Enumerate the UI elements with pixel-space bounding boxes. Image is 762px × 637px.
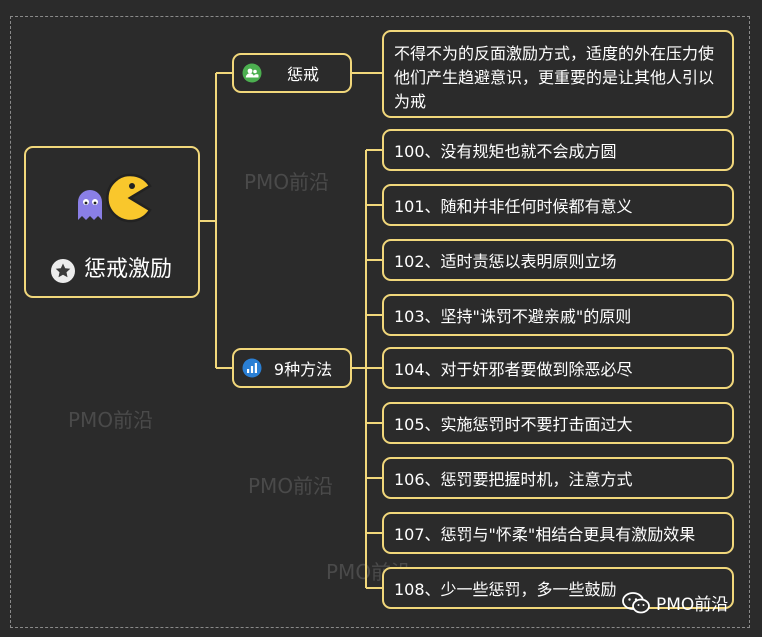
method-item[interactable]: 107、惩罚与"怀柔"相结合更具有激励效果 bbox=[382, 512, 734, 554]
root-node[interactable]: 惩戒激励 bbox=[24, 146, 200, 298]
branch-node-punishment[interactable]: 惩戒 bbox=[232, 53, 352, 93]
method-item[interactable]: 104、对于奸邪者要做到除恶必尽 bbox=[382, 347, 734, 389]
root-title: 惩戒激励 bbox=[84, 257, 173, 282]
branch-label: 9种方法 bbox=[273, 360, 333, 379]
people-icon bbox=[242, 63, 262, 83]
method-item[interactable]: 100、没有规矩也就不会成方圆 bbox=[382, 129, 734, 171]
brand-name: PMO前沿 bbox=[656, 595, 729, 615]
wechat-brand: PMO前沿 bbox=[622, 590, 728, 615]
pacman-ghost-icon bbox=[78, 173, 152, 223]
method-item[interactable]: 102、适时责惩以表明原则立场 bbox=[382, 239, 734, 281]
method-item[interactable]: 101、随和并非任何时候都有意义 bbox=[382, 184, 734, 226]
branch-label: 惩戒 bbox=[286, 65, 319, 84]
star-icon bbox=[51, 259, 75, 283]
description-node[interactable]: 不得不为的反面激励方式，适度的外在压力使他们产生趋避意识，更重要的是让其他人引以… bbox=[382, 30, 734, 118]
wechat-icon bbox=[622, 591, 650, 613]
bar-chart-icon bbox=[242, 358, 262, 378]
method-item[interactable]: 103、坚持"诛罚不避亲戚"的原则 bbox=[382, 294, 734, 336]
method-item[interactable]: 106、惩罚要把握时机，注意方式 bbox=[382, 457, 734, 499]
method-item[interactable]: 105、实施惩罚时不要打击面过大 bbox=[382, 402, 734, 444]
branch-node-methods[interactable]: 9种方法 bbox=[232, 348, 352, 388]
